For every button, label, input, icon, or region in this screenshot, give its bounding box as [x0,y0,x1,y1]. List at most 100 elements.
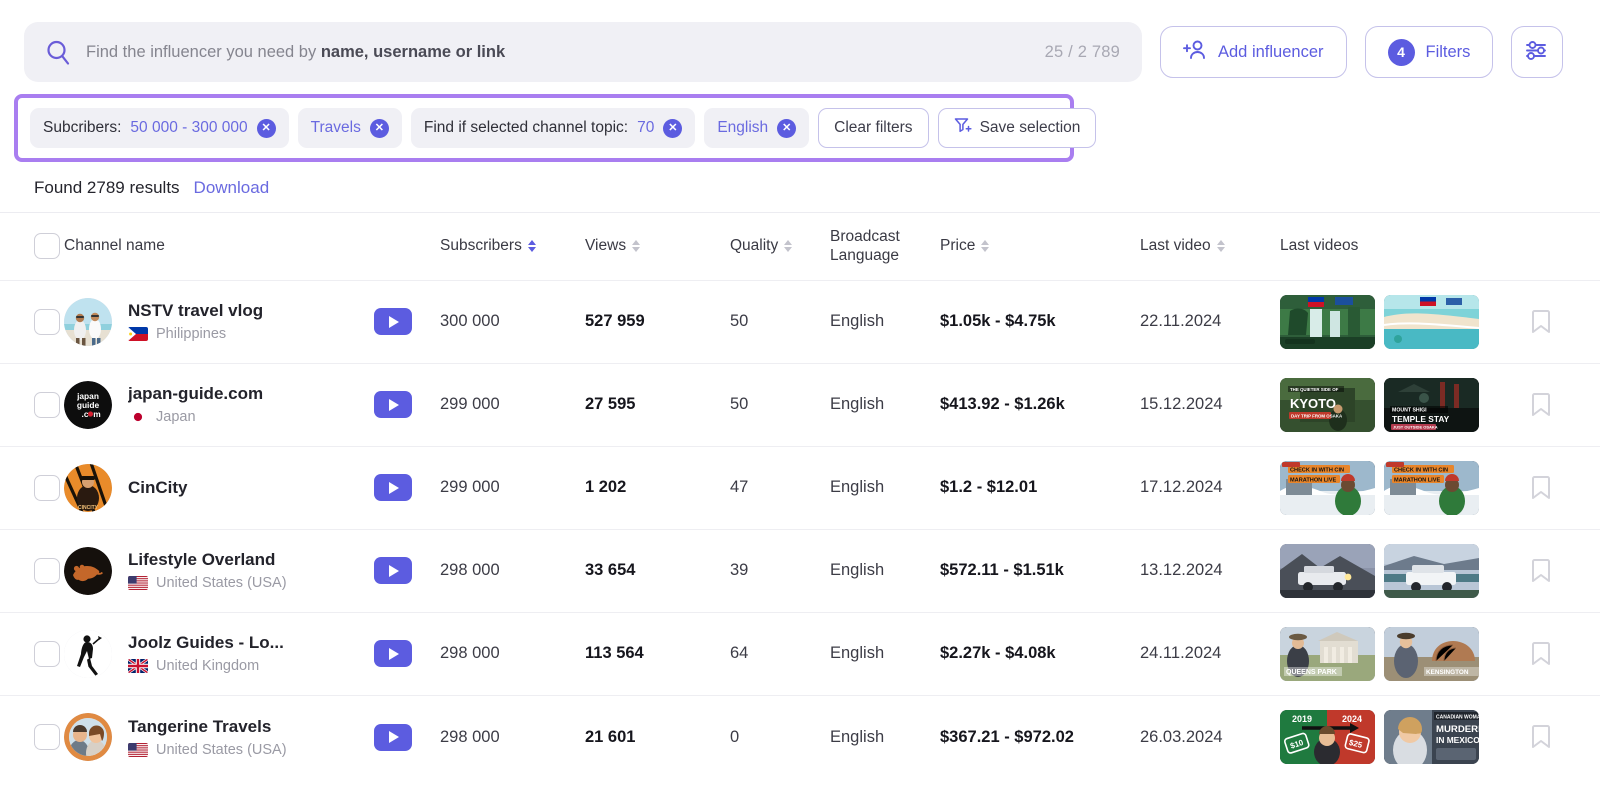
search-bar[interactable]: Find the influencer you need by name, us… [24,22,1142,82]
row-checkbox[interactable] [34,640,60,667]
video-thumbnail[interactable]: 2019 2024 $10 $25 [1280,710,1375,764]
channel-name[interactable]: CinCity [128,478,188,498]
video-thumbnail[interactable]: CHECK IN WITH CIN MARATHON LIVE [1280,460,1375,515]
download-link[interactable]: Download [194,178,270,198]
header-price[interactable]: Price [940,213,1140,280]
table-row[interactable]: japan guide .c m japan-guide.com Japan 299 … [0,362,1600,447]
youtube-play-button[interactable] [374,474,412,502]
avatar[interactable] [64,297,112,346]
sort-arrows-icon[interactable] [527,240,536,253]
table-row[interactable]: Lifestyle Overland United States (USA) 2… [0,528,1600,613]
table-row[interactable]: NSTV travel vlog Philippines 300 000 527… [0,279,1600,364]
last-videos-cell: CHECK IN WITH CIN MARATHON LIVE CHECK IN … [1280,445,1530,530]
remove-filter-icon[interactable]: ✕ [369,118,389,138]
video-thumbnail[interactable]: QUEENS PARK [1280,626,1375,681]
header-subscribers[interactable]: Subscribers [440,213,585,280]
filter-chip-english[interactable]: English ✕ [704,108,810,148]
quality-cell: 47 [730,445,830,530]
video-thumbnail[interactable]: THE QUIETER SIDE OF KYOTO DAY TRIP FROM OS… [1280,377,1375,432]
avatar[interactable]: japan guide .c m [64,380,112,429]
header-last-video[interactable]: Last video [1140,213,1280,280]
save-selection-button[interactable]: Save selection [937,108,1097,148]
select-all-checkbox[interactable] [34,233,60,260]
bookmark-icon[interactable] [1530,641,1552,667]
header-label: Views [585,237,627,255]
table-row[interactable]: Joolz Guides - Lo... United Kingdom 298 … [0,611,1600,696]
table-row[interactable]: Tangerine Travels United States (USA) 29… [0,694,1600,779]
svg-text:CANADIAN WOMAN: CANADIAN WOMAN [1436,715,1479,721]
video-thumbnail[interactable]: KENSINGTON [1384,626,1479,681]
avatar[interactable] [64,713,112,761]
youtube-play-button[interactable] [374,308,412,336]
search-placeholder-bold: name, username or link [320,42,506,61]
last-video-cell: 13.12.2024 [1140,528,1280,613]
youtube-play-button[interactable] [374,557,412,585]
svg-text:THE QUIETER SIDE OF: THE QUIETER SIDE OF [1290,387,1339,392]
bookmark-icon[interactable] [1530,309,1552,335]
views-cell: 27 595 [585,362,730,447]
header-quality[interactable]: Quality [730,213,830,280]
video-thumbnail[interactable]: CANADIAN WOMAN MURDEREDIN MEXICO [1384,710,1479,764]
header-views[interactable]: Views [585,213,730,280]
remove-filter-icon[interactable]: ✕ [256,118,276,138]
bookmark-icon[interactable] [1530,475,1552,501]
add-influencer-button[interactable]: Add influencer [1160,26,1347,78]
row-checkbox[interactable] [34,557,60,584]
video-thumbnail[interactable]: CHECK IN WITH CIN MARATHON LIVE [1384,460,1479,515]
sort-arrows-icon[interactable] [784,240,793,253]
country-flag-icon [128,659,148,674]
row-checkbox[interactable] [34,391,60,418]
video-thumbnail[interactable] [1280,543,1375,598]
sort-arrows-icon[interactable] [1216,240,1225,253]
views-cell: 21 601 [585,694,730,779]
last-video-value: 24.11.2024 [1140,644,1222,663]
views-value: 21 601 [585,727,636,746]
bookmark-icon[interactable] [1530,558,1552,584]
filter-chip-channel-topic[interactable]: Find if selected channel topic: 70 ✕ [410,108,696,148]
clear-filters-button[interactable]: Clear filters [818,108,929,148]
youtube-play-button[interactable] [374,723,412,751]
remove-filter-icon[interactable]: ✕ [777,118,797,138]
youtube-play-button[interactable] [374,640,412,668]
row-checkbox[interactable] [34,724,60,750]
avatar[interactable] [64,629,112,678]
channel-name[interactable]: Lifestyle Overland [128,550,287,570]
remove-filter-icon[interactable]: ✕ [663,118,683,138]
filter-chip-travels[interactable]: Travels ✕ [297,108,402,148]
language-cell: English [830,694,940,779]
filters-button[interactable]: 4 Filters [1364,26,1494,78]
channel-name[interactable]: Joolz Guides - Lo... [128,633,284,653]
video-thumbnail[interactable] [1280,294,1375,349]
svg-text:QUEENS PARK: QUEENS PARK [1286,669,1337,676]
country-flag-icon [128,410,148,425]
filters-count-badge: 4 [1387,38,1415,66]
channel-name[interactable]: japan-guide.com [128,384,263,404]
svg-text:JUST OUTSIDE OSAKA: JUST OUTSIDE OSAKA [1393,424,1438,429]
platform-cell [374,528,440,613]
avatar[interactable] [64,546,112,595]
play-icon [389,398,399,411]
channel-cell: Tangerine Travels United States (USA) [64,694,374,779]
subscribers-value: 299 000 [440,395,500,414]
video-thumbnail[interactable] [1384,294,1479,349]
filter-chip-subscribers[interactable]: Subcribers: 50 000 - 300 000 ✕ [30,108,289,148]
table-settings-button[interactable] [1511,26,1564,78]
row-checkbox[interactable] [34,308,60,335]
youtube-play-button[interactable] [374,391,412,419]
sort-arrows-icon[interactable] [981,240,990,253]
bookmark-icon[interactable] [1530,392,1552,418]
video-thumbnail[interactable] [1384,543,1479,598]
quality-cell: 50 [730,279,830,364]
avatar[interactable]: CINCITY [64,463,112,512]
video-thumbnail[interactable]: MOUNT SHIGI TEMPLE STAY JUST OUTSIDE OSAKA [1384,377,1479,432]
channel-name[interactable]: Tangerine Travels [128,717,287,737]
last-video-value: 26.03.2024 [1140,727,1223,746]
row-checkbox[interactable] [34,474,60,501]
channel-country-label: Japan [156,409,196,426]
sort-arrows-icon[interactable] [632,240,641,253]
bookmark-icon[interactable] [1530,724,1552,750]
search-input[interactable]: Find the influencer you need by name, us… [86,43,1031,62]
channel-name[interactable]: NSTV travel vlog [128,301,263,321]
table-row[interactable]: CINCITY CinCity 299 000 1 202 47 English… [0,445,1600,530]
quality-value: 50 [730,395,749,414]
